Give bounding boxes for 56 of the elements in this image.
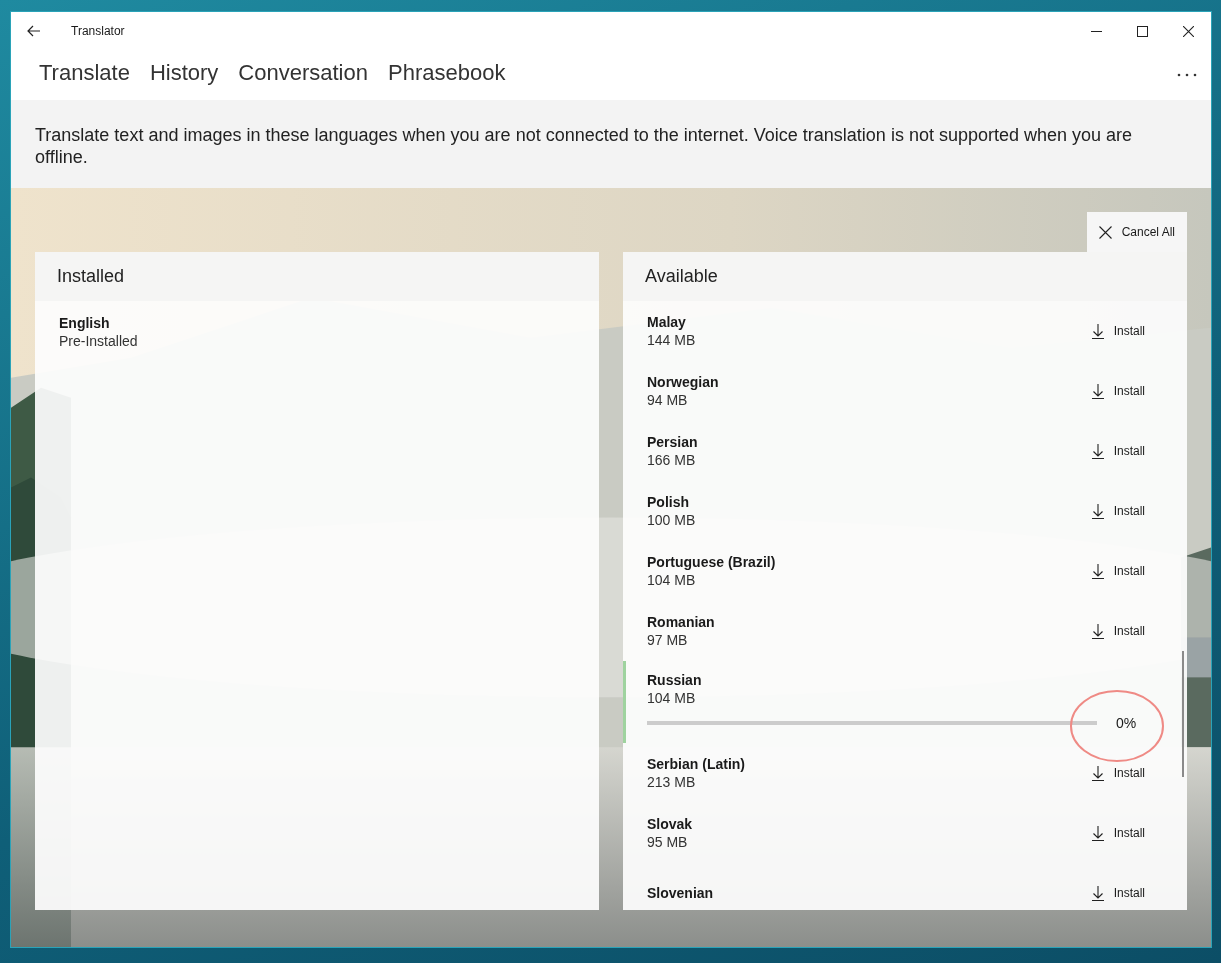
download-icon: [1091, 885, 1104, 901]
download-icon: [1091, 443, 1104, 459]
language-name: Russian: [647, 671, 702, 689]
language-name: Slovak: [647, 815, 693, 833]
install-button[interactable]: Install: [1091, 499, 1145, 523]
download-icon: [1091, 623, 1104, 639]
language-name: Slovenian: [647, 884, 714, 902]
download-icon: [1091, 323, 1104, 339]
panel-heading: Available: [645, 266, 718, 287]
language-size: 97 MB: [647, 631, 688, 649]
language-name: Persian: [647, 433, 698, 451]
close-icon: [1098, 225, 1112, 239]
scrollbar[interactable]: [1182, 651, 1184, 777]
nav-tab[interactable]: Conversation: [228, 56, 378, 94]
language-size: 104 MB: [647, 571, 696, 589]
language-size: 213 MB: [647, 773, 696, 791]
maximize-icon: [1136, 25, 1148, 37]
language-size: 104 MB: [647, 689, 696, 707]
language-name: English: [59, 314, 110, 332]
download-icon: [1091, 765, 1104, 781]
download-icon: [1091, 383, 1104, 399]
install-button[interactable]: Install: [1091, 379, 1145, 403]
install-button[interactable]: Install: [1091, 821, 1145, 845]
language-name: Portuguese (Brazil): [647, 553, 776, 571]
language-size: 166 MB: [647, 451, 696, 469]
cancel-all-button[interactable]: Cancel All: [1086, 212, 1187, 252]
nav-tab[interactable]: Translate: [29, 56, 140, 94]
install-button[interactable]: Install: [1091, 761, 1145, 785]
panel-heading: Installed: [57, 266, 125, 287]
language-status: Pre-Installed: [59, 332, 138, 350]
install-button[interactable]: Install: [1091, 319, 1145, 343]
install-button[interactable]: Install: [1091, 559, 1145, 583]
language-name: Norwegian: [647, 373, 719, 391]
install-button[interactable]: Install: [1091, 619, 1145, 643]
language-name: Romanian: [647, 613, 715, 631]
window-title: Translator: [71, 24, 125, 38]
language-name: Polish: [647, 493, 689, 511]
install-button[interactable]: Install: [1091, 881, 1145, 905]
download-icon: [1091, 503, 1104, 519]
nav-tab[interactable]: History: [139, 56, 229, 94]
language-size: 100 MB: [647, 511, 696, 529]
download-icon: [1091, 825, 1104, 841]
install-button[interactable]: Install: [1091, 439, 1145, 463]
download-icon: [1091, 563, 1104, 579]
info-text: Translate text and images in these languages when you are not connected to the internet. Voice translation is not supported when you are offline.: [35, 124, 1134, 168]
language-size: 94 MB: [647, 391, 688, 409]
progress-percent: 0%: [1116, 715, 1137, 731]
more-icon: [1177, 73, 1197, 77]
close-icon: [1182, 25, 1194, 37]
language-name: Serbian (Latin): [647, 755, 745, 773]
nav-tab[interactable]: Phrasebook: [378, 56, 516, 94]
minimize-icon: [1090, 30, 1102, 32]
language-size: 95 MB: [647, 833, 688, 851]
back-arrow-icon: [27, 25, 41, 37]
language-name: Malay: [647, 313, 686, 331]
language-size: 144 MB: [647, 331, 696, 349]
